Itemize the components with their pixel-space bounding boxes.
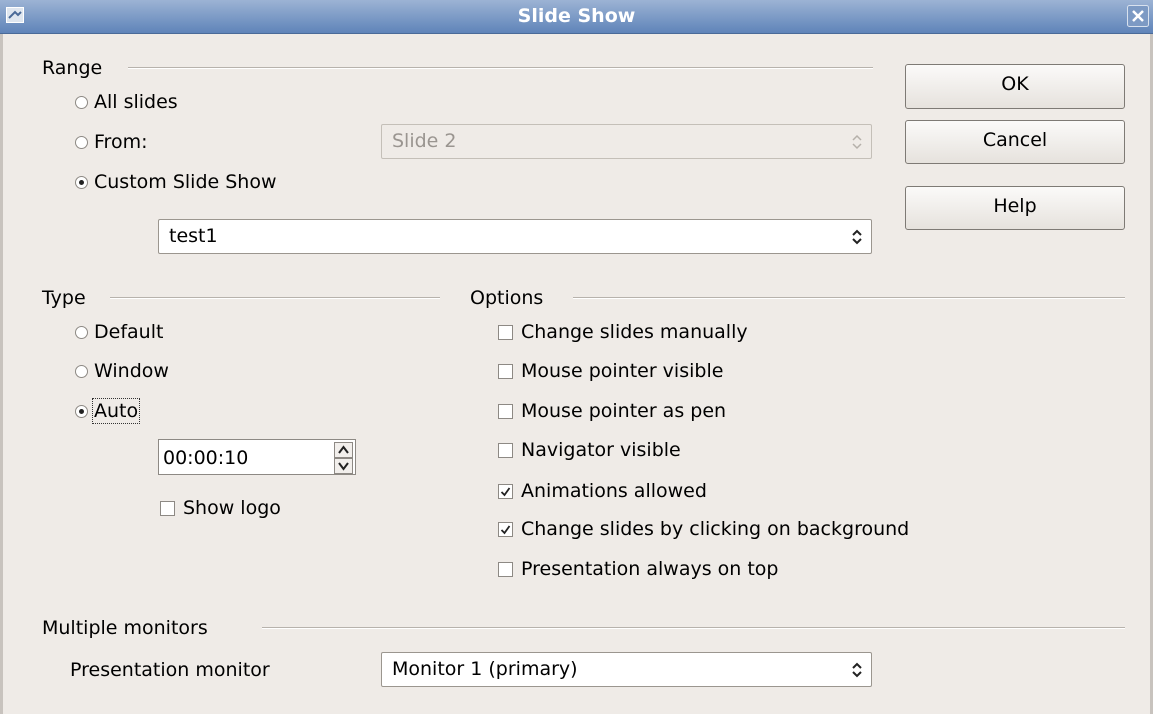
- title-bar: Slide Show: [0, 0, 1153, 34]
- radio-button-selected[interactable]: [75, 175, 88, 189]
- custom-slide-show-value: test1: [169, 225, 218, 247]
- auto-duration-value: 00:00:10: [163, 447, 249, 469]
- checkbox-checked[interactable]: [498, 483, 513, 499]
- monitors-group-label: Multiple monitors: [42, 617, 208, 639]
- option-label: Mouse pointer visible: [521, 360, 724, 382]
- auto-duration-spinner[interactable]: 00:00:10: [158, 439, 356, 475]
- checkbox[interactable]: [498, 324, 513, 340]
- checkbox-checked[interactable]: [498, 521, 513, 537]
- spin-arrows-icon: [852, 134, 862, 150]
- monitors-separator: [262, 627, 1125, 629]
- option-mouse-pointer-as-pen[interactable]: Mouse pointer as pen: [498, 400, 726, 422]
- option-animations-allowed[interactable]: Animations allowed: [498, 480, 707, 502]
- show-logo-label: Show logo: [183, 497, 281, 519]
- ok-label: OK: [1001, 73, 1029, 95]
- presentation-monitor-label: Presentation monitor: [70, 659, 270, 681]
- checkmark-icon: [500, 524, 511, 534]
- radio-button[interactable]: [75, 364, 88, 378]
- help-button[interactable]: Help: [905, 186, 1125, 230]
- options-group-label: Options: [470, 287, 544, 309]
- spin-arrows-icon: [852, 662, 862, 678]
- option-navigator-visible[interactable]: Navigator visible: [498, 439, 681, 461]
- type-group-label: Type: [42, 287, 86, 309]
- checkbox[interactable]: [498, 442, 513, 458]
- checkbox[interactable]: [498, 363, 513, 379]
- radio-window[interactable]: Window: [75, 360, 169, 382]
- radio-button[interactable]: [75, 325, 88, 339]
- auto-label: Auto: [91, 398, 141, 424]
- option-label: Presentation always on top: [521, 558, 779, 580]
- option-label: Change slides manually: [521, 321, 748, 343]
- checkbox[interactable]: [498, 403, 513, 419]
- cancel-button[interactable]: Cancel: [905, 120, 1125, 164]
- from-slide-value: Slide 2: [392, 130, 457, 152]
- radio-button[interactable]: [75, 135, 88, 149]
- presentation-monitor-dropdown[interactable]: Monitor 1 (primary): [381, 652, 872, 687]
- option-change-slides-manually[interactable]: Change slides manually: [498, 321, 748, 343]
- option-label: Animations allowed: [521, 480, 707, 502]
- option-label: Change slides by clicking on background: [521, 518, 910, 540]
- help-label: Help: [993, 195, 1037, 217]
- radio-default[interactable]: Default: [75, 321, 163, 343]
- radio-button[interactable]: [75, 95, 88, 109]
- from-label: From:: [94, 131, 148, 153]
- options-separator: [573, 297, 1125, 299]
- window-title: Slide Show: [517, 5, 636, 27]
- range-separator: [128, 67, 873, 69]
- custom-slide-show-label: Custom Slide Show: [94, 171, 277, 193]
- radio-custom-slide-show[interactable]: Custom Slide Show: [75, 171, 277, 193]
- presentation-monitor-value: Monitor 1 (primary): [392, 658, 578, 680]
- checkmark-icon: [500, 486, 511, 496]
- range-group-label: Range: [42, 57, 103, 79]
- default-label: Default: [94, 321, 164, 343]
- option-mouse-pointer-visible[interactable]: Mouse pointer visible: [498, 360, 723, 382]
- option-label: Navigator visible: [521, 439, 681, 461]
- from-slide-dropdown[interactable]: Slide 2: [381, 124, 872, 159]
- show-logo-checkbox-row[interactable]: Show logo: [160, 497, 281, 519]
- window-frame-left: [0, 34, 3, 714]
- all-slides-label: All slides: [94, 91, 178, 113]
- ok-button[interactable]: OK: [905, 64, 1125, 109]
- window-label: Window: [94, 360, 169, 382]
- radio-from[interactable]: From:: [75, 131, 147, 153]
- type-separator: [110, 297, 440, 299]
- close-icon[interactable]: [1127, 5, 1149, 27]
- option-label: Mouse pointer as pen: [521, 400, 727, 422]
- custom-slide-show-dropdown[interactable]: test1: [158, 219, 872, 254]
- radio-all-slides[interactable]: All slides: [75, 91, 178, 113]
- show-logo-checkbox[interactable]: [160, 500, 175, 516]
- option-presentation-always-on-top[interactable]: Presentation always on top: [498, 558, 779, 580]
- radio-auto[interactable]: Auto: [75, 398, 141, 424]
- cancel-label: Cancel: [982, 129, 1048, 151]
- spin-buttons-icon[interactable]: [334, 442, 353, 474]
- radio-button-selected[interactable]: [75, 404, 88, 418]
- spin-arrows-icon: [852, 229, 862, 245]
- option-change-slides-by-clicking[interactable]: Change slides by clicking on background: [498, 518, 909, 540]
- checkbox[interactable]: [498, 561, 513, 577]
